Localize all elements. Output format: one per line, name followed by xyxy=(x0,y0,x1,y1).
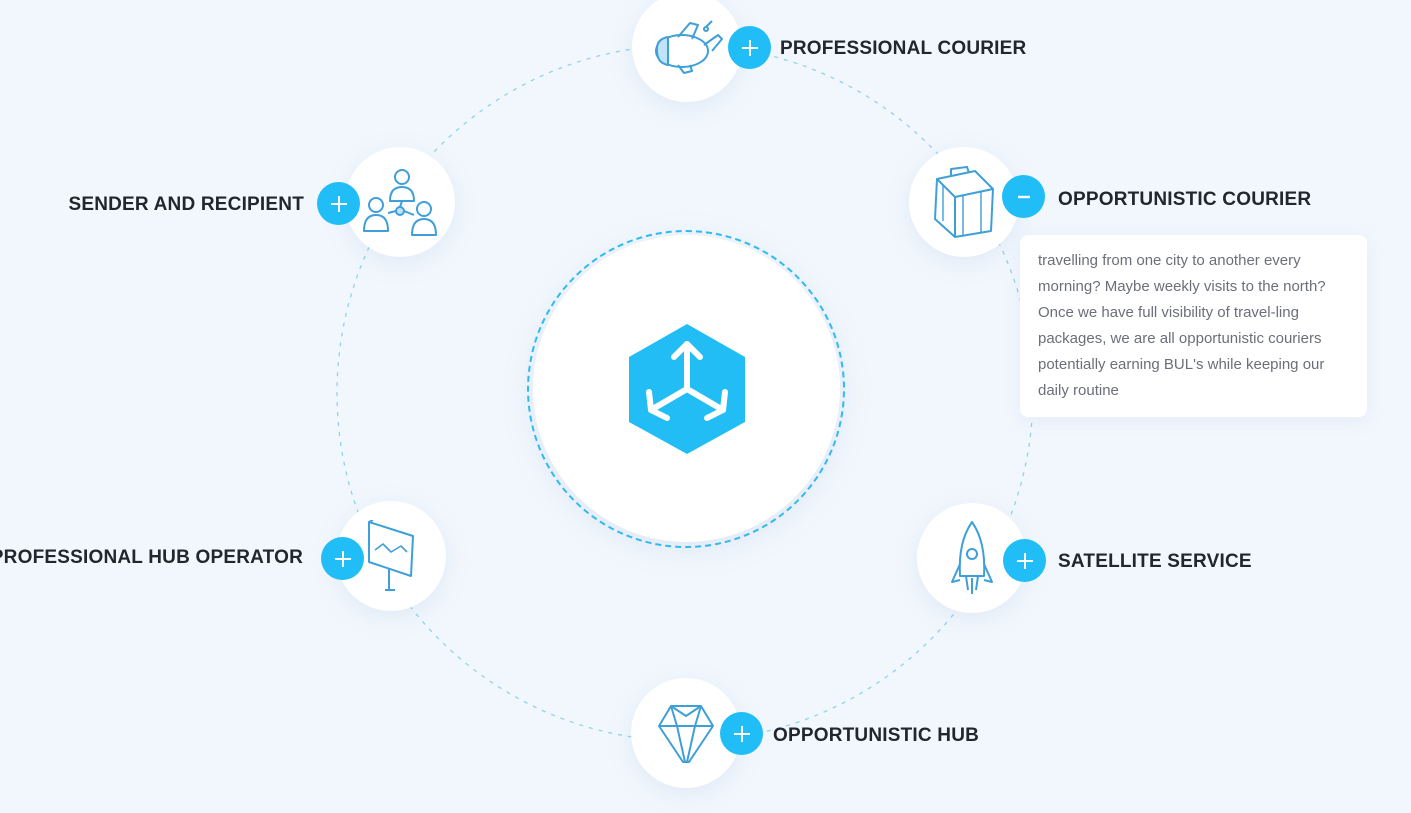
minus-icon xyxy=(1017,195,1030,198)
network-diagram: PROFESSIONAL COURIER OPPORTUNISTIC COURI… xyxy=(0,0,1411,813)
collapse-button-opportunistic-courier[interactable] xyxy=(1002,175,1045,218)
label-satellite-service: SATELLITE SERVICE xyxy=(1058,551,1252,572)
airplane-icon xyxy=(655,20,723,74)
plus-icon xyxy=(733,725,750,742)
node-sender-and-recipient xyxy=(345,147,455,257)
plus-icon xyxy=(741,39,758,56)
description-panel-opportunistic-courier: travelling from one city to another ever… xyxy=(1020,235,1367,417)
label-professional-courier: PROFESSIONAL COURIER xyxy=(780,38,1027,59)
label-sender-and-recipient: SENDER AND RECIPIENT xyxy=(68,194,304,215)
presentation-board-icon xyxy=(368,520,414,591)
rocket-icon xyxy=(951,521,993,594)
cube-arrows-icon xyxy=(628,323,745,454)
diamond-icon xyxy=(658,705,714,763)
plus-icon xyxy=(1016,552,1033,569)
plus-icon xyxy=(334,550,351,567)
label-opportunistic-courier: OPPORTUNISTIC COURIER xyxy=(1058,189,1312,210)
label-opportunistic-hub: OPPORTUNISTIC HUB xyxy=(773,725,980,746)
expand-button-opportunistic-hub[interactable] xyxy=(720,712,763,755)
expand-button-professional-hub-operator[interactable] xyxy=(321,537,364,580)
center-hub xyxy=(533,235,840,542)
plus-icon xyxy=(330,195,347,212)
expand-button-sender-and-recipient[interactable] xyxy=(317,182,360,225)
label-professional-hub-operator: PROFESSIONAL HUB OPERATOR xyxy=(0,547,303,568)
suitcase-icon xyxy=(934,166,994,238)
expand-button-satellite-service[interactable] xyxy=(1003,539,1046,582)
people-network-icon xyxy=(363,169,437,236)
expand-button-professional-courier[interactable] xyxy=(728,26,771,69)
description-text: travelling from one city to another ever… xyxy=(1038,252,1326,399)
